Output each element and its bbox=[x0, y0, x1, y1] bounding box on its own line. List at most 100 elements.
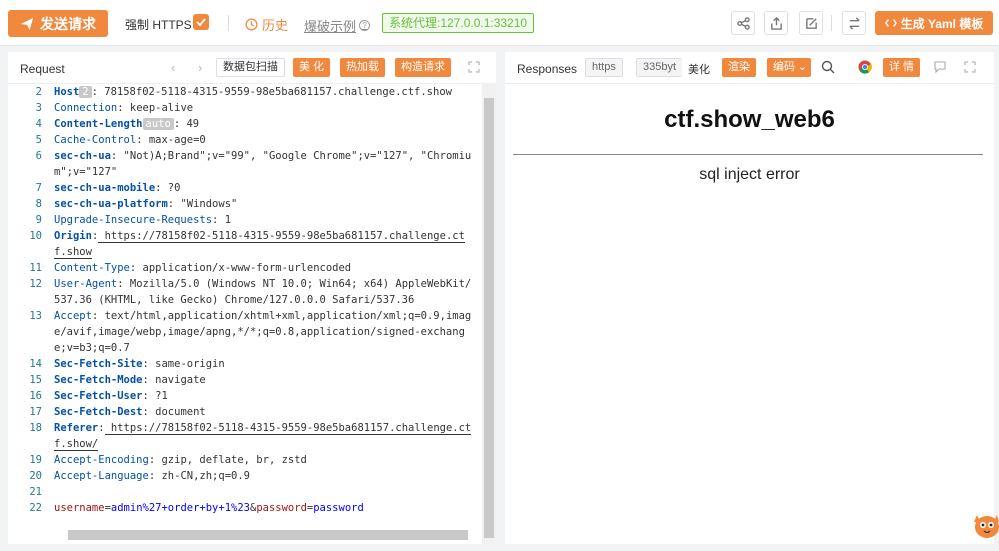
request-editor[interactable]: 2 Host 2: 78158f02-5118-4315-9559-98e5ba68… bbox=[8, 84, 482, 544]
response-title: Responses bbox=[517, 62, 578, 76]
code-line: 20 Accept-Language: zh-CN,zh;q=0.9 bbox=[8, 468, 482, 484]
header-line bbox=[54, 484, 482, 500]
chrome-icon[interactable] bbox=[858, 60, 872, 77]
render-button[interactable]: 渲染 bbox=[722, 58, 756, 77]
edit-button[interactable] bbox=[799, 11, 823, 35]
response-beautify-toggle[interactable]: 美化 bbox=[688, 61, 710, 77]
line-number: 13 bbox=[29, 310, 42, 322]
header-value: 78158f02-5118-4315-9559-98e5ba681157.cha… bbox=[97, 86, 452, 98]
search-icon[interactable] bbox=[821, 60, 835, 77]
line-number: 16 bbox=[29, 390, 42, 402]
code-line: 14 Sec-Fetch-Site: same-origin bbox=[8, 356, 482, 372]
line-number: 14 bbox=[29, 358, 42, 370]
generate-yaml-label: 生成 Yaml 模板 bbox=[900, 16, 984, 31]
line-number: 3 bbox=[35, 102, 42, 114]
header-key: Connection bbox=[54, 102, 118, 114]
header-value: same-origin bbox=[148, 358, 225, 370]
beautify-button[interactable]: 美 化 bbox=[293, 58, 331, 77]
bypass-example-link[interactable]: 爆破示例 ? bbox=[304, 16, 371, 35]
header-value: 49 bbox=[180, 118, 200, 130]
header-key: Host bbox=[54, 86, 80, 98]
header-line: Accept: text/html,application/xhtml+xml,… bbox=[54, 310, 472, 354]
vertical-scrollbar[interactable] bbox=[482, 84, 496, 544]
help-icon[interactable]: ? bbox=[359, 20, 371, 31]
share-button[interactable] bbox=[731, 11, 755, 35]
history-label: 历史 bbox=[262, 18, 289, 33]
details-button[interactable]: 详 情 bbox=[883, 58, 921, 77]
header-key: sec-ch-ua bbox=[54, 150, 111, 162]
chevron-left-icon[interactable]: ‹ bbox=[171, 60, 175, 75]
header-value: ?0 bbox=[161, 182, 181, 194]
response-message: sql inject error bbox=[699, 166, 800, 183]
send-request-button[interactable]: 发送请求 bbox=[8, 10, 108, 37]
header-key: Content-Length bbox=[54, 118, 143, 130]
hot-reload-button[interactable]: 热加载 bbox=[340, 58, 385, 77]
header-value: text/html,application/xhtml+xml,applicat… bbox=[54, 310, 472, 354]
swap-button[interactable] bbox=[842, 11, 866, 35]
scrollbar-thumb[interactable] bbox=[484, 98, 494, 538]
share-icon bbox=[736, 16, 750, 30]
header-value: zh-CN,zh;q=0.9 bbox=[155, 470, 250, 482]
header-line: Accept-Encoding: gzip, deflate, br, zstd bbox=[54, 454, 307, 466]
line-number: 4 bbox=[35, 118, 42, 130]
code-icon bbox=[884, 19, 897, 27]
line-number: 10 bbox=[29, 230, 42, 242]
chevron-right-icon[interactable]: › bbox=[198, 60, 202, 75]
expand-icon[interactable] bbox=[468, 61, 480, 73]
response-size: 335byt bbox=[636, 58, 683, 77]
response-toolbar: Responses https 335byt 美化 渲染 编码 ⌄ 详 情 bbox=[505, 52, 994, 84]
header-line: sec-ch-ua: "Not)A;Brand";v="99", "Google… bbox=[54, 150, 472, 178]
header-line: Sec-Fetch-Site: same-origin bbox=[54, 358, 225, 370]
body-line: 22 username=admin%27+order+by+1%23&passwo… bbox=[8, 500, 482, 516]
comment-icon[interactable] bbox=[934, 61, 946, 76]
history-button[interactable]: 历史 bbox=[245, 15, 288, 34]
header-line: Cache-Control: max-age=0 bbox=[54, 134, 206, 146]
header-value: 1 bbox=[218, 214, 232, 226]
code-line: 4 Content-Length auto: 49 bbox=[8, 116, 482, 132]
code-line: 16 Sec-Fetch-User: ?1 bbox=[8, 388, 482, 404]
header-key: Referer bbox=[54, 422, 99, 434]
code-line: 3 Connection: keep-alive bbox=[8, 100, 482, 116]
header-line: sec-ch-ua-platform: "Windows" bbox=[54, 198, 238, 210]
send-request-label: 发送请求 bbox=[40, 15, 96, 32]
header-line: Referer: https://78158f02-5118-4315-9559… bbox=[54, 422, 472, 451]
clock-icon bbox=[245, 18, 258, 31]
header-key: Origin bbox=[54, 230, 92, 242]
system-proxy-badge[interactable]: 系统代理:127.0.0.1:33210 bbox=[382, 13, 535, 33]
horizontal-scrollbar[interactable] bbox=[68, 530, 468, 540]
generate-yaml-button[interactable]: 生成 Yaml 模板 bbox=[875, 11, 993, 35]
line-number: 5 bbox=[35, 134, 42, 146]
header-key: Sec-Fetch-User bbox=[54, 390, 143, 402]
expand-icon[interactable] bbox=[964, 61, 976, 73]
edit-icon bbox=[805, 17, 817, 29]
swap-icon bbox=[848, 16, 860, 30]
header-key: Upgrade-Insecure-Requests bbox=[54, 214, 213, 226]
send-icon bbox=[20, 17, 34, 30]
force-https-label: 强制 HTTPS bbox=[125, 18, 192, 32]
body-k2: password bbox=[256, 502, 307, 514]
export-icon bbox=[770, 16, 782, 30]
header-value: keep-alive bbox=[123, 102, 194, 114]
line-number: 2 bbox=[35, 86, 42, 98]
mascot-icon[interactable] bbox=[972, 505, 999, 545]
response-panel: Responses https 335byt 美化 渲染 编码 ⌄ 详 情 ct… bbox=[505, 52, 994, 544]
construct-request-button[interactable]: 构造请求 bbox=[395, 58, 451, 77]
packet-scan-button[interactable]: 数据包扫描 bbox=[216, 58, 285, 77]
encoding-dropdown[interactable]: 编码 ⌄ bbox=[767, 58, 811, 77]
header-key: Content-Type bbox=[54, 262, 130, 274]
code-line: 15 Sec-Fetch-Mode: navigate bbox=[8, 372, 482, 388]
force-https-checkbox[interactable] bbox=[193, 14, 209, 30]
check-icon bbox=[196, 18, 206, 27]
header-key: sec-ch-ua-mobile bbox=[54, 182, 156, 194]
export-button[interactable] bbox=[764, 11, 788, 35]
body-k1: username bbox=[54, 502, 105, 514]
header-value: ?1 bbox=[148, 390, 168, 402]
code-line: 7 sec-ch-ua-mobile: ?0 bbox=[8, 180, 482, 196]
header-value: document bbox=[148, 406, 206, 418]
header-value: https://78158f02-5118-4315-9559-98e5ba68… bbox=[54, 230, 465, 259]
line-number: 9 bbox=[35, 214, 42, 226]
line-number: 19 bbox=[29, 454, 42, 466]
code-line: 6 sec-ch-ua: "Not)A;Brand";v="99", "Googl… bbox=[8, 148, 482, 180]
header-line: Accept-Language: zh-CN,zh;q=0.9 bbox=[54, 470, 250, 482]
header-value: Mozilla/5.0 (Windows NT 10.0; Win64; x64… bbox=[54, 278, 472, 306]
